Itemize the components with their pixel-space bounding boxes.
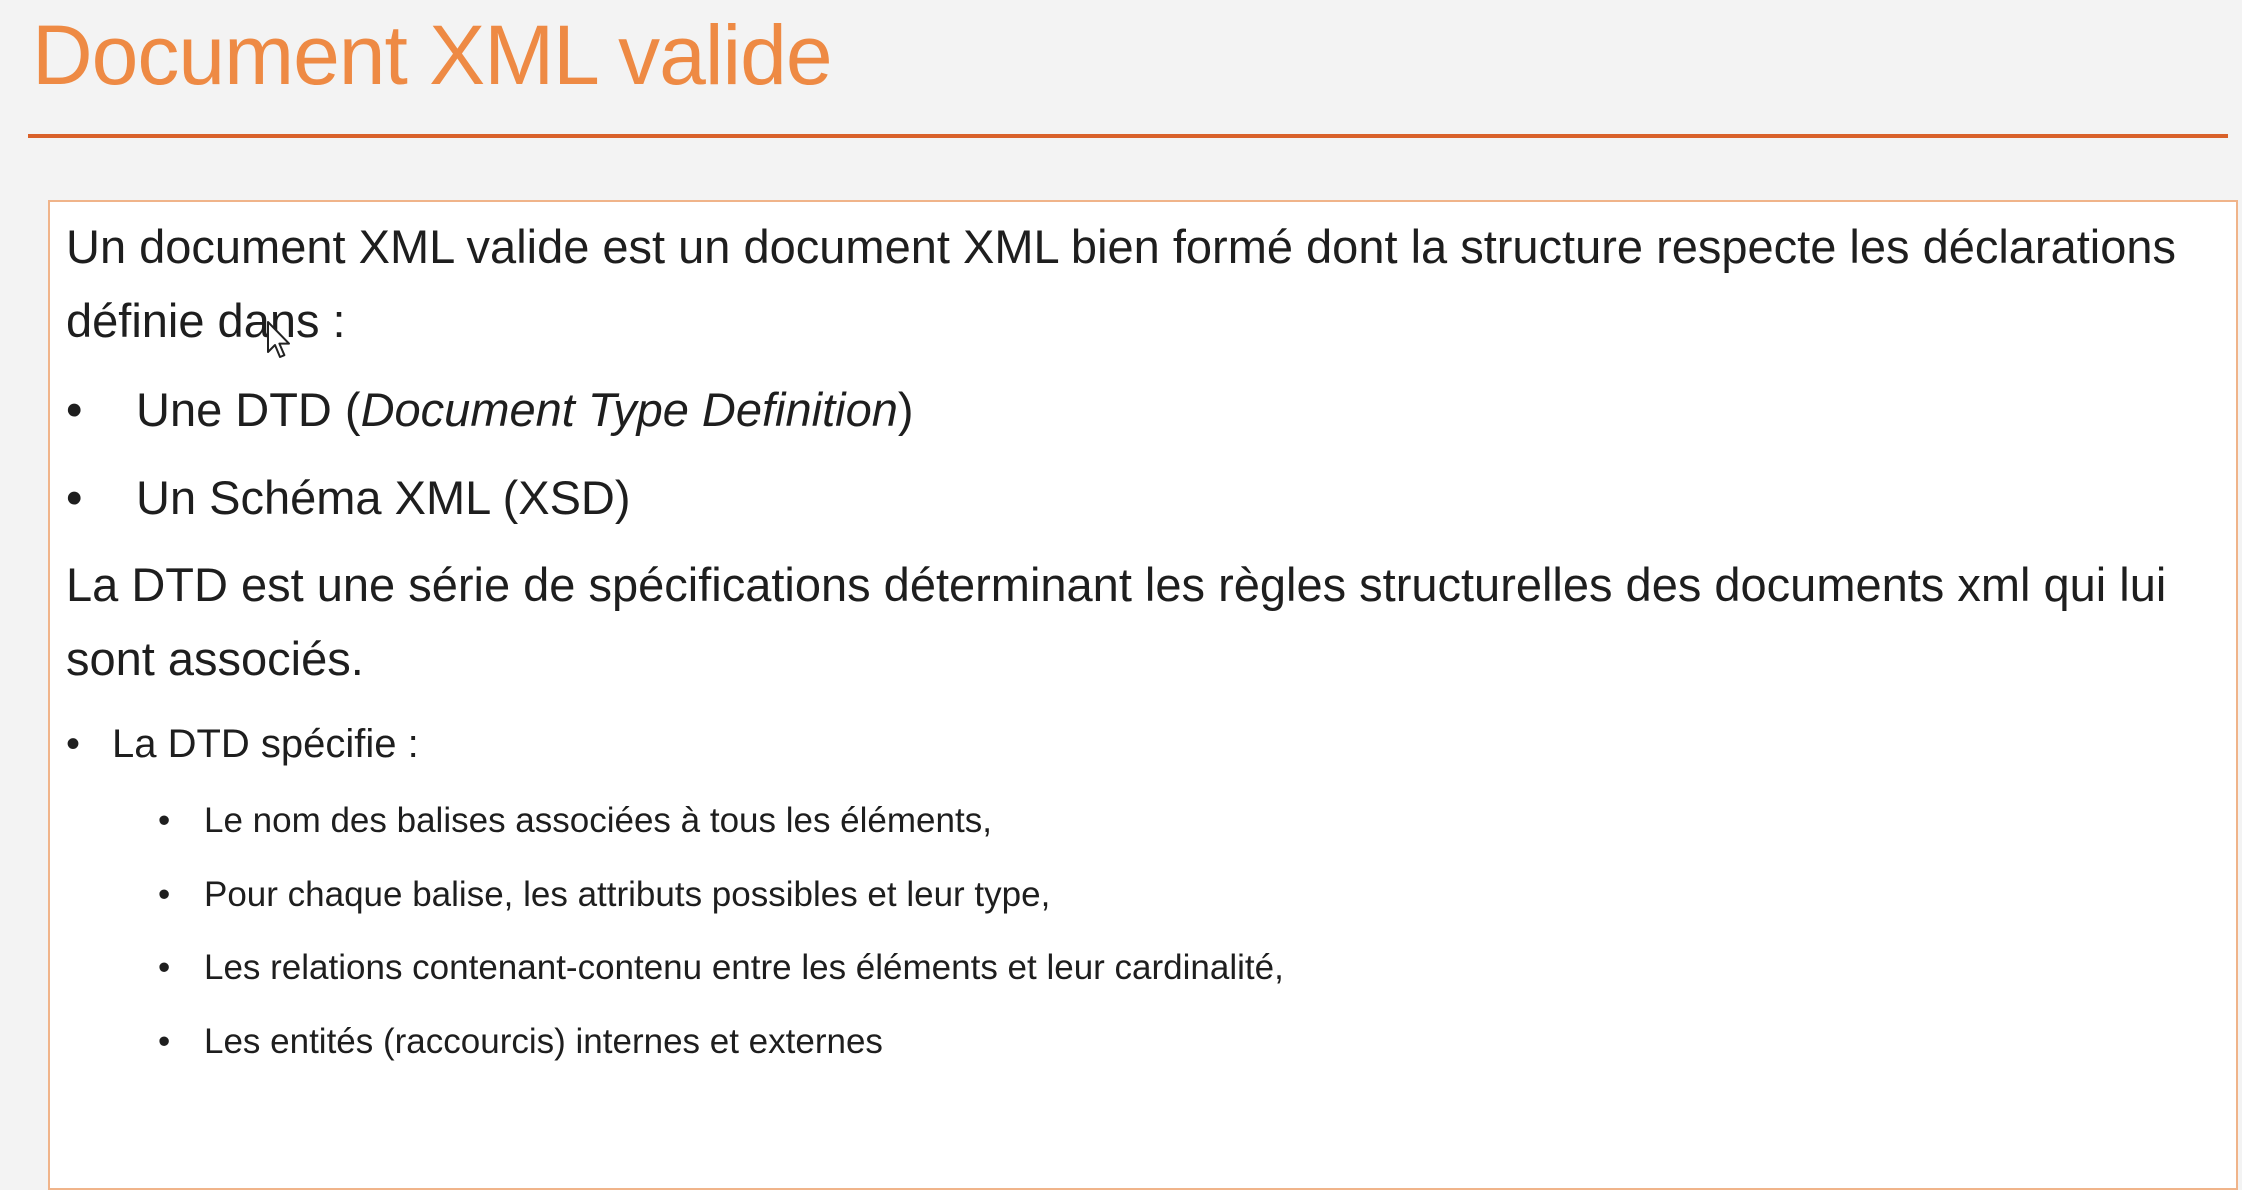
emphasis-text: Document Type Definition [360,383,898,436]
list-item-label: Un Schéma XML (XSD) [136,471,631,524]
intro-paragraph: Un document XML valide est un document X… [66,220,2176,347]
dtd-description: La DTD est une série de spécifications d… [66,558,2167,685]
bullet-icon: • [66,471,83,524]
list-item-xsd: • Un Schéma XML (XSD) [66,468,631,528]
sub-list-item-label: Pour chaque balise, les attributs possib… [204,875,1051,914]
sub-list-item: • Les relations contenant-contenu entre … [158,945,1284,991]
bullet-icon: • [158,1022,171,1061]
bullet-icon: • [66,722,81,766]
title-divider [28,134,2228,138]
list-item-label: Une DTD (Document Type Definition) [136,383,914,436]
sub-list-item-label: Le nom des balises associées à tous les … [204,801,992,840]
bullet-icon: • [66,383,83,436]
sub-list-item-label: Les relations contenant-contenu entre le… [204,948,1284,987]
sub-list-item: • Le nom des balises associées à tous le… [158,798,992,844]
list-item-dtd: • Une DTD (Document Type Definition) [66,380,914,440]
sub-list-item: • Pour chaque balise, les attributs poss… [158,872,1050,918]
sub-list-item: • Les entités (raccourcis) internes et e… [158,1019,883,1065]
mouse-pointer-icon [267,321,290,358]
bullet-icon: • [158,801,171,840]
bullet-icon: • [158,875,171,914]
slide-title: Document XML valide [32,8,833,102]
sub-list-item-label: Les entités (raccourcis) internes et ext… [204,1022,883,1061]
list-item-dtd-specifies: • La DTD spécifie : [66,718,419,770]
list-item-label: La DTD spécifie : [112,722,419,766]
bullet-icon: • [158,948,171,987]
